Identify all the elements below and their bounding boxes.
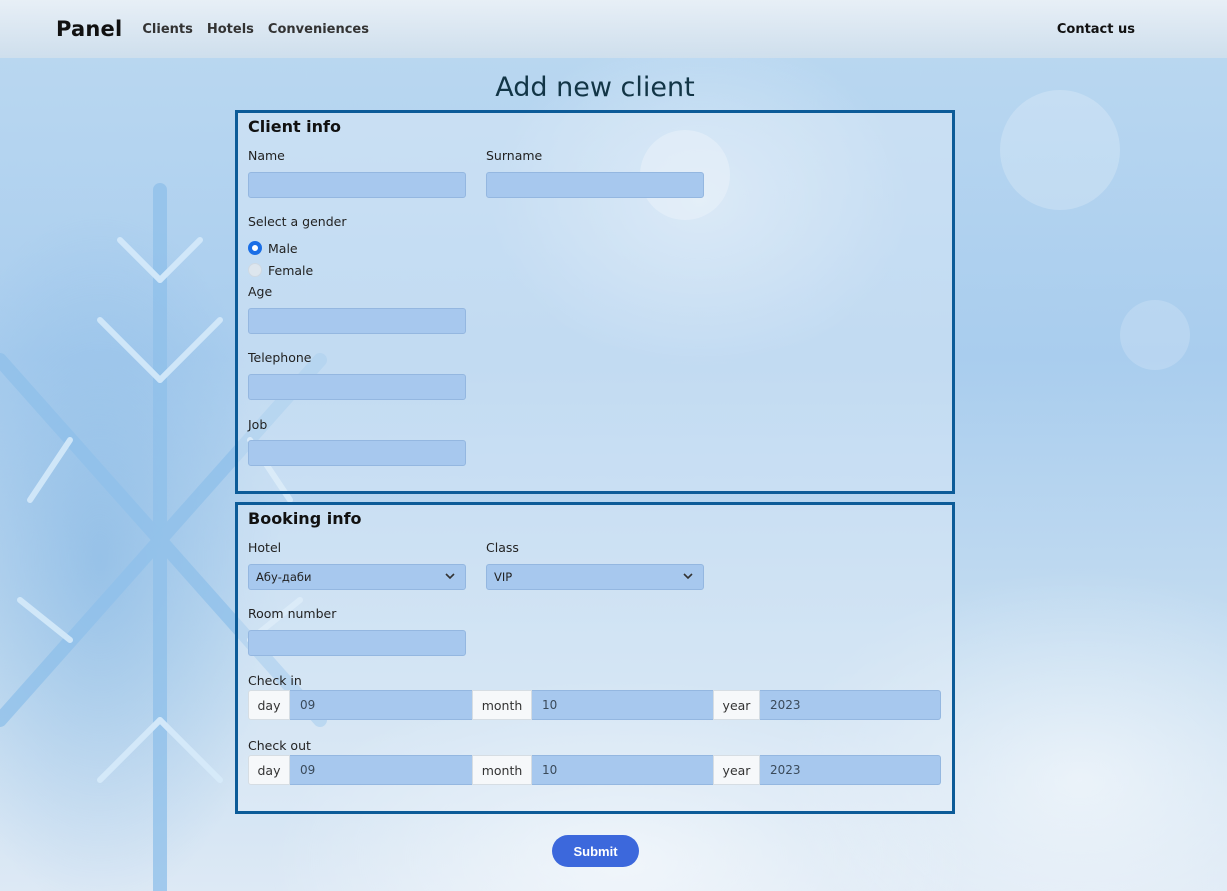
check-in-year-input[interactable]: 2023 [760, 690, 941, 720]
check-in-day-addon: day [248, 690, 290, 720]
name-input[interactable] [248, 172, 466, 198]
room-number-input[interactable] [248, 630, 466, 656]
class-select-value: VIP [494, 570, 513, 584]
bokeh-decoration [1000, 90, 1120, 210]
surname-input[interactable] [486, 172, 704, 198]
gender-male-radio[interactable] [248, 241, 262, 255]
nav-link-contact-us[interactable]: Contact us [1057, 22, 1135, 37]
brand-logo[interactable]: Panel [56, 17, 122, 41]
check-out-month-input[interactable]: 10 [532, 755, 713, 785]
check-out-year-addon: year [713, 755, 760, 785]
gender-female-label[interactable]: Female [268, 263, 313, 278]
check-out-month-addon: month [472, 755, 532, 785]
top-navbar: Panel Clients Hotels Conveniences Contac… [0, 0, 1227, 58]
job-input[interactable] [248, 440, 466, 466]
hotel-select-value: Абу-даби [256, 570, 312, 584]
check-in-label: Check in [248, 673, 302, 688]
job-label: Job [248, 417, 268, 432]
room-number-label: Room number [248, 606, 337, 621]
booking-info-title: Booking info [248, 509, 362, 528]
bokeh-decoration [1120, 300, 1190, 370]
gender-label: Select a gender [248, 214, 347, 229]
hotel-label: Hotel [248, 540, 282, 555]
check-in-date-group: day 09 month 10 year 2023 [248, 690, 941, 720]
chevron-down-icon [445, 573, 455, 580]
check-in-year-addon: year [713, 690, 760, 720]
check-in-month-input[interactable]: 10 [532, 690, 713, 720]
page-title: Add new client [495, 72, 695, 103]
check-out-year-input[interactable]: 2023 [760, 755, 941, 785]
check-out-date-group: day 09 month 10 year 2023 [248, 755, 941, 785]
name-label: Name [248, 148, 285, 163]
client-info-title: Client info [248, 117, 341, 136]
nav-link-clients[interactable]: Clients [142, 22, 192, 37]
age-label: Age [248, 284, 273, 299]
check-in-month-addon: month [472, 690, 532, 720]
nav-link-hotels[interactable]: Hotels [207, 22, 254, 37]
check-out-day-addon: day [248, 755, 290, 785]
chevron-down-icon [683, 573, 693, 580]
check-in-day-input[interactable]: 09 [290, 690, 472, 720]
booking-info-section: Booking info Hotel Абу-даби Class VIP Ro… [235, 502, 955, 814]
check-out-label: Check out [248, 738, 311, 753]
class-select[interactable]: VIP [486, 564, 704, 590]
telephone-input[interactable] [248, 374, 466, 400]
client-info-section: Client info Name Surname Select a gender… [235, 110, 955, 494]
check-out-day-input[interactable]: 09 [290, 755, 472, 785]
class-label: Class [486, 540, 519, 555]
surname-label: Surname [486, 148, 543, 163]
nav-link-conveniences[interactable]: Conveniences [268, 22, 369, 37]
submit-button[interactable]: Submit [552, 835, 639, 867]
hotel-select[interactable]: Абу-даби [248, 564, 466, 590]
age-input[interactable] [248, 308, 466, 334]
gender-male-label[interactable]: Male [268, 241, 298, 256]
telephone-label: Telephone [248, 350, 312, 365]
gender-female-radio[interactable] [248, 263, 262, 277]
